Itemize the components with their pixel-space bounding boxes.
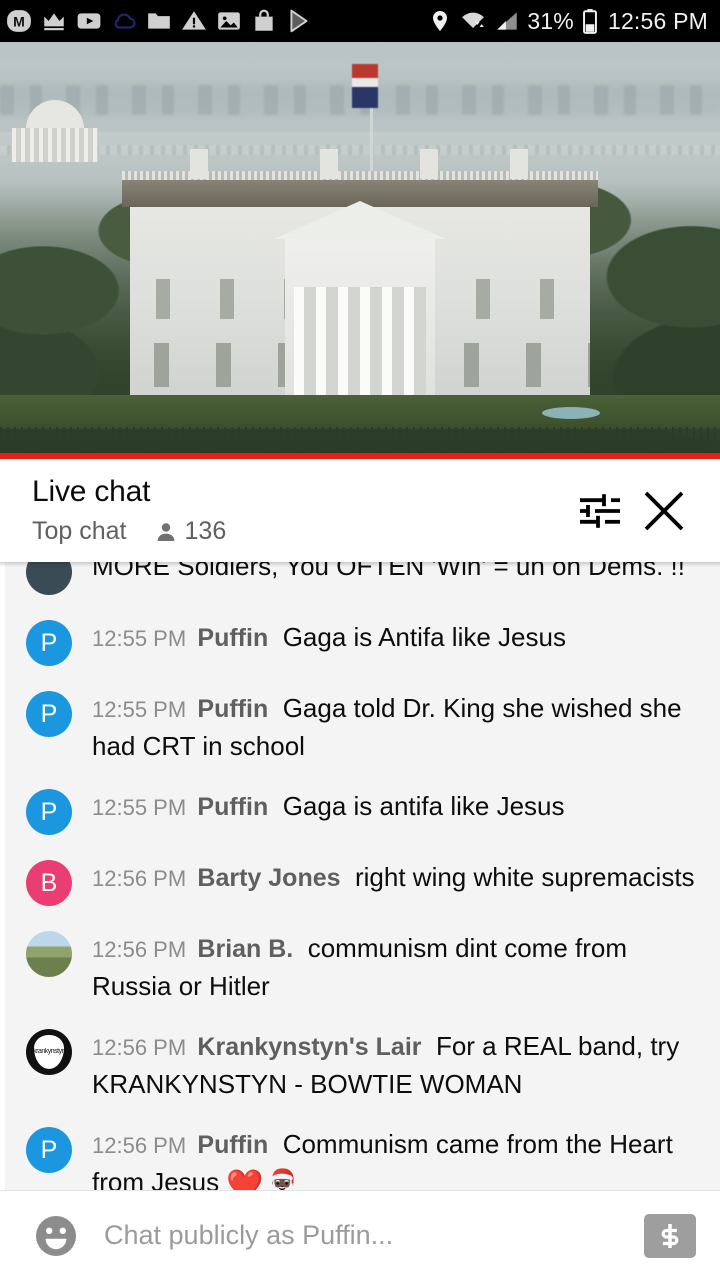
tune-sliders-icon [580, 493, 620, 528]
chat-composer [0, 1190, 720, 1280]
list-item[interactable]: P 12:56 PM Puffin Communism came from th… [0, 1114, 720, 1190]
us-flag [352, 64, 378, 108]
list-item[interactable]: P 12:55 PM Puffin Gaga is antifa like Je… [0, 776, 720, 847]
cloud-icon [114, 13, 136, 29]
message-timestamp: 12:55 PM [92, 697, 187, 722]
message-timestamp: 12:55 PM [92, 795, 187, 820]
message-emoji: ❤️🎅🏿 [226, 1169, 302, 1190]
message-body: 12:56 PM Brian B. communism dint come fr… [92, 930, 702, 1004]
message-body: 12:55 PM Puffin Gaga is Antifa like Jesu… [92, 619, 566, 657]
avatar[interactable]: P [26, 1127, 72, 1173]
message-timestamp: 12:56 PM [92, 866, 187, 891]
location-pin-icon [433, 11, 448, 31]
page-title: Live chat [32, 475, 151, 508]
message-text: Gaga is antifa like Jesus [282, 791, 565, 821]
avatar-letter: P [40, 628, 58, 657]
close-x-icon [644, 491, 684, 530]
live-chat-screen: M 31% 12:56 PM Live chat Top chat 136 MO… [0, 0, 720, 1280]
message-text: right wing white supremacists [354, 862, 695, 892]
message-author[interactable]: Puffin [197, 624, 268, 652]
video-fence [0, 427, 720, 453]
message-timestamp: 12:55 PM [92, 626, 187, 651]
emoji-smiley-icon [36, 1215, 76, 1256]
cellular-signal-icon [497, 12, 518, 30]
emoji-picker-button[interactable] [30, 1210, 82, 1262]
message-author[interactable]: Puffin [197, 1131, 268, 1159]
message-body: 12:56 PM Barty Jones right wing white su… [92, 859, 695, 897]
live-chat-header: Live chat Top chat 136 [0, 459, 720, 562]
list-item[interactable]: MORE Soldiers, You OFTEN 'Win' = uh oh D… [0, 562, 720, 607]
avatar[interactable]: B [26, 860, 72, 906]
message-body: 12:56 PM Krankynstyn's Lair For a REAL b… [92, 1028, 702, 1102]
status-bar: M 31% 12:56 PM [0, 0, 720, 42]
chat-mode-label[interactable]: Top chat [32, 517, 127, 546]
message-timestamp: 12:56 PM [92, 937, 187, 962]
jefferson-memorial [12, 100, 98, 162]
avatar[interactable]: P [26, 789, 72, 835]
message-author[interactable]: Puffin [197, 793, 268, 821]
message-author[interactable]: Brian B. [197, 935, 293, 963]
list-item[interactable]: P 12:55 PM Puffin Gaga told Dr. King she… [0, 678, 720, 776]
youtube-icon [77, 13, 101, 29]
wifi-icon [462, 12, 485, 29]
message-text: Gaga is Antifa like Jesus [282, 622, 566, 652]
video-player[interactable] [0, 42, 720, 453]
avatar[interactable]: P [26, 620, 72, 666]
avatar[interactable] [26, 931, 72, 977]
play-store-icon [290, 9, 308, 33]
battery-percent-label: 31% [527, 7, 574, 34]
avatar-letter: B [40, 868, 58, 897]
svg-text:M: M [13, 13, 25, 29]
status-bar-system-icons: 31% 12:56 PM [428, 8, 708, 35]
avatar-caption: krankynstyn [33, 1048, 65, 1056]
avatar-letter: P [40, 797, 58, 826]
list-item[interactable]: B 12:56 PM Barty Jones right wing white … [0, 847, 720, 918]
video-horizon-band [0, 144, 720, 155]
video-fountain [542, 407, 600, 419]
live-chat-header-text: Live chat Top chat 136 [32, 475, 568, 546]
folder-icon [148, 13, 170, 29]
message-timestamp: 12:56 PM [92, 1035, 187, 1060]
chat-settings-button[interactable] [568, 479, 632, 543]
video-lawn [0, 395, 720, 429]
status-bar-clock: 12:56 PM [607, 7, 708, 34]
close-chat-button[interactable] [632, 479, 696, 543]
chat-list-left-gutter [0, 562, 5, 1190]
chat-message-list[interactable]: MORE Soldiers, You OFTEN 'Win' = uh oh D… [0, 562, 720, 1190]
viewer-count: 136 [184, 517, 227, 545]
shopping-bag-icon [255, 9, 273, 31]
chat-input[interactable] [104, 1220, 644, 1251]
m-badge-icon: M [7, 10, 31, 32]
avatar-letter: P [40, 1135, 58, 1164]
guitar-pick-icon: krankynstyn [33, 1035, 65, 1069]
message-timestamp: 12:56 PM [92, 1133, 187, 1158]
list-item[interactable]: 12:56 PM Brian B. communism dint come fr… [0, 918, 720, 1016]
battery-icon [583, 9, 597, 34]
avatar[interactable]: P [26, 691, 72, 737]
warning-triangle-icon [182, 11, 206, 30]
avatar[interactable]: krankynstyn [26, 1029, 72, 1075]
message-author[interactable]: Puffin [197, 695, 268, 723]
superchat-button[interactable] [644, 1213, 696, 1258]
message-author[interactable]: Barty Jones [197, 864, 340, 892]
list-item[interactable]: P 12:55 PM Puffin Gaga is Antifa like Je… [0, 607, 720, 678]
list-item[interactable]: krankynstyn 12:56 PM Krankynstyn's Lair … [0, 1016, 720, 1114]
message-body: 12:55 PM Puffin Gaga told Dr. King she w… [92, 690, 702, 764]
person-icon [157, 522, 174, 541]
status-bar-notification-icons: M [6, 8, 428, 34]
crown-icon [44, 13, 64, 31]
message-body: 12:55 PM Puffin Gaga is antifa like Jesu… [92, 788, 565, 826]
avatar-letter: P [40, 699, 58, 728]
white-house-building [122, 149, 598, 405]
chat-list-top-shadow [0, 562, 720, 567]
message-author[interactable]: Krankynstyn's Lair [197, 1033, 421, 1061]
message-body: 12:56 PM Puffin Communism came from the … [92, 1126, 702, 1190]
live-chat-subheader[interactable]: Top chat 136 [32, 517, 568, 546]
photo-icon [218, 12, 240, 30]
dollar-superchat-icon [661, 1223, 679, 1248]
